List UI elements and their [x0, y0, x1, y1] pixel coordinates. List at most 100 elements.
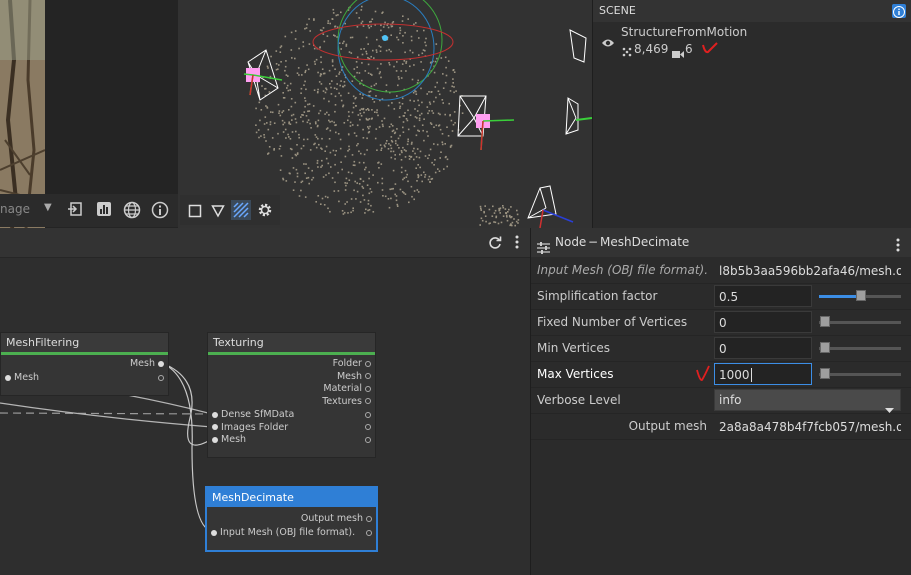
square-icon[interactable]: [188, 203, 202, 222]
empty-port-icon: [366, 529, 372, 536]
connected-port-icon: [212, 411, 218, 418]
port-mesh-out-label: Mesh: [336, 370, 362, 382]
simplification-factor-input[interactable]: 0.5: [714, 285, 812, 307]
attribute-editor-header: Node − MeshDecimate: [531, 228, 911, 257]
import-icon[interactable]: [67, 201, 83, 221]
verbose-level-value: info: [719, 393, 742, 407]
port-textures[interactable]: Textures: [322, 396, 371, 409]
viewport-toolbar: [180, 195, 280, 225]
image-selector-label[interactable]: nage: [0, 202, 30, 216]
empty-port-icon: [365, 398, 371, 404]
slider-handle[interactable]: [820, 368, 830, 379]
empty-port-icon: [366, 515, 372, 522]
min-vertices-input[interactable]: 0: [714, 337, 812, 359]
eye-icon[interactable]: [601, 34, 615, 53]
info-icon[interactable]: [892, 4, 906, 18]
port-output-mesh[interactable]: Output mesh: [301, 513, 372, 526]
empty-port-icon: [365, 373, 371, 379]
points-icon: [622, 42, 632, 61]
empty-port-icon: [158, 374, 164, 381]
connected-port-icon: [211, 529, 217, 536]
max-vertices-input[interactable]: 1000: [714, 363, 812, 385]
port-images-folder-label: Images Folder: [221, 421, 289, 433]
port-output-empty[interactable]: [158, 372, 164, 385]
port-input-mesh-label: Mesh: [14, 372, 40, 383]
node-graph[interactable]: MeshFiltering Mesh Mesh Texturing Folder…: [0, 228, 530, 575]
attr-row-output-mesh: Output mesh 2a8a8a478b4f7fcb057/mesh.obj: [531, 413, 911, 440]
output-mesh-field[interactable]: 2a8a8a478b4f7fcb057/mesh.obj: [714, 415, 902, 437]
fixed-vertices-input[interactable]: 0: [714, 311, 812, 333]
attr-row-simplification-factor: Simplification factor 0.5: [531, 283, 911, 310]
globe-icon[interactable]: [123, 201, 141, 223]
node-meshdecimate[interactable]: MeshDecimate Output mesh Input Mesh (OBJ…: [205, 486, 378, 552]
port-dense-sfmdata-label: Dense SfMData: [221, 409, 295, 420]
attr-label-output-mesh: Output mesh: [628, 419, 707, 433]
empty-port-icon: [365, 424, 371, 430]
port-input-mesh[interactable]: Mesh: [5, 372, 39, 385]
chevron-down-icon[interactable]: ▼: [44, 202, 52, 213]
node-meshfiltering-title: MeshFiltering: [1, 333, 168, 355]
attr-row-input-mesh: Input Mesh (OBJ file format). l8b5b3aa59…: [531, 257, 911, 284]
port-empty[interactable]: [366, 527, 372, 540]
max-vertices-value: 1000: [719, 368, 750, 382]
triangle-icon[interactable]: [211, 203, 225, 222]
empty-port-icon: [365, 385, 371, 392]
port-dense-sfmdata[interactable]: Dense SfMData: [212, 409, 294, 422]
point-cloud-view: [243, 0, 592, 228]
info-icon[interactable]: [151, 201, 169, 223]
slider-handle[interactable]: [820, 342, 830, 353]
port-images-folder[interactable]: Images Folder: [212, 422, 288, 435]
text-cursor: [750, 368, 752, 382]
hatch-icon[interactable]: [231, 200, 251, 220]
node-title-name: MeshDecimate: [600, 235, 690, 249]
port-input-mesh-label: Input Mesh (OBJ file format).: [220, 527, 356, 538]
empty-port-icon: [365, 411, 371, 418]
chart-icon[interactable]: [96, 201, 112, 221]
slider-handle[interactable]: [820, 316, 830, 327]
node-meshdecimate-title: MeshDecimate: [207, 488, 376, 507]
scene-panel: SCENE StructureFromMotion 8,469 6: [592, 0, 911, 228]
port-empty-2[interactable]: [365, 422, 371, 435]
scene-item-name[interactable]: StructureFromMotion: [621, 25, 747, 39]
attr-label-min-vertices: Min Vertices: [537, 341, 610, 355]
attr-label-verbose: Verbose Level: [537, 393, 621, 407]
attr-label-simplification: Simplification factor: [537, 289, 658, 303]
attr-row-verbose-level: Verbose Level info: [531, 387, 911, 414]
input-mesh-field[interactable]: l8b5b3aa596bb2afa46/mesh.obj: [714, 259, 902, 281]
checkmark-annotation: [701, 40, 719, 59]
camera-icon: [672, 44, 684, 63]
max-vertices-slider[interactable]: [819, 373, 901, 376]
attr-row-min-vertices: Min Vertices 0: [531, 335, 911, 362]
min-vertices-slider[interactable]: [819, 347, 901, 350]
attr-label-input-mesh: Input Mesh (OBJ file format).: [537, 263, 709, 277]
connected-port-icon: [212, 424, 218, 430]
port-mesh-in-label: Mesh: [221, 434, 247, 445]
port-empty-1[interactable]: [365, 409, 371, 422]
port-mesh-out[interactable]: Mesh: [337, 371, 371, 384]
port-material-label: Material: [323, 383, 362, 394]
points-count: 8,469: [634, 42, 669, 56]
slider-fill: [819, 295, 860, 298]
port-empty-3[interactable]: [365, 434, 371, 447]
fixed-vertices-slider[interactable]: [819, 321, 901, 324]
port-input-mesh[interactable]: Input Mesh (OBJ file format).: [211, 527, 355, 540]
attribute-editor: Node − MeshDecimate Input Mesh (OBJ file…: [530, 228, 911, 575]
port-output-mesh[interactable]: Mesh: [130, 358, 164, 371]
port-folder[interactable]: Folder: [333, 358, 371, 371]
node-meshfiltering[interactable]: MeshFiltering Mesh Mesh: [0, 332, 169, 396]
port-output-mesh-label: Output mesh: [300, 513, 363, 524]
port-output-mesh-label: Mesh: [129, 358, 155, 369]
scene-title: SCENE: [599, 4, 636, 17]
3d-viewport[interactable]: [178, 0, 592, 228]
checkmark-annotation: [695, 365, 711, 387]
connected-port-icon: [5, 374, 11, 381]
node-texturing[interactable]: Texturing Folder Mesh Material Textures …: [207, 332, 376, 458]
verbose-level-dropdown[interactable]: info: [714, 389, 901, 413]
node-title-separator: −: [588, 235, 599, 249]
port-mesh-in[interactable]: Mesh: [212, 434, 246, 447]
port-material[interactable]: Material: [323, 383, 371, 396]
gear-icon[interactable]: [256, 201, 274, 223]
attr-label-fixed-vertices: Fixed Number of Vertices: [537, 315, 688, 329]
empty-port-icon: [365, 360, 371, 367]
slider-handle[interactable]: [856, 290, 866, 301]
